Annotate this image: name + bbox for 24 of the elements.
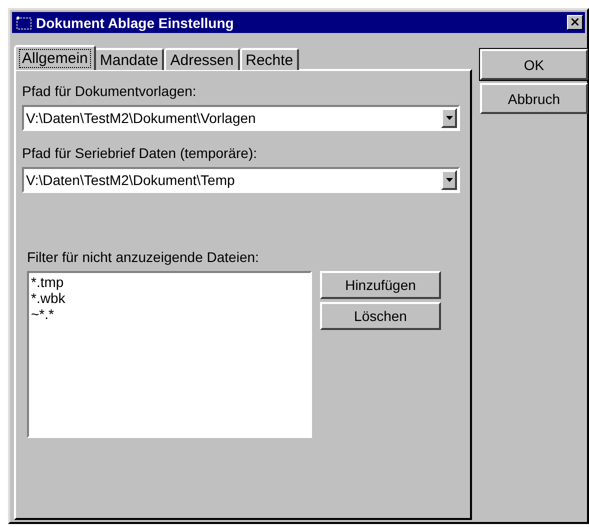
path-dropdown[interactable]: V:\Daten\TestM2\Dokument\Temp — [22, 167, 460, 193]
list-item[interactable]: *.wbk — [31, 290, 308, 306]
tab[interactable]: Adressen — [164, 48, 240, 70]
list-item[interactable]: ~*.* — [31, 306, 308, 322]
field-label: Pfad für Seriebrief Daten (temporäre): — [22, 145, 257, 161]
tab[interactable]: Mandate — [94, 48, 164, 70]
cancel-button[interactable]: Abbruch — [480, 83, 588, 114]
dropdown-arrow-icon — [446, 178, 452, 182]
field-label: Pfad für Dokumentvorlagen: — [22, 83, 196, 99]
list-item[interactable]: *.tmp — [31, 274, 308, 290]
window-title: Dokument Ablage Einstellung — [36, 14, 235, 30]
tab[interactable]: Rechte — [240, 48, 300, 70]
dropdown-button[interactable] — [441, 170, 457, 190]
dropdown-button[interactable] — [441, 108, 457, 128]
dropdown-arrow-icon — [446, 116, 452, 120]
field-label: Filter für nicht anzuzeigende Dateien: — [27, 249, 259, 265]
path-dropdown[interactable]: V:\Daten\TestM2\Dokument\Vorlagen — [22, 105, 460, 131]
app-icon — [16, 16, 32, 30]
filter-list[interactable]: *.tmp *.wbk ~*.* — [27, 271, 312, 438]
close-button[interactable]: × — [567, 15, 583, 30]
ok-button[interactable]: OK — [480, 49, 588, 80]
delete-button[interactable]: Löschen — [320, 302, 441, 330]
add-button[interactable]: Hinzufügen — [320, 271, 441, 299]
tab[interactable]: Allgemein — [14, 45, 96, 70]
